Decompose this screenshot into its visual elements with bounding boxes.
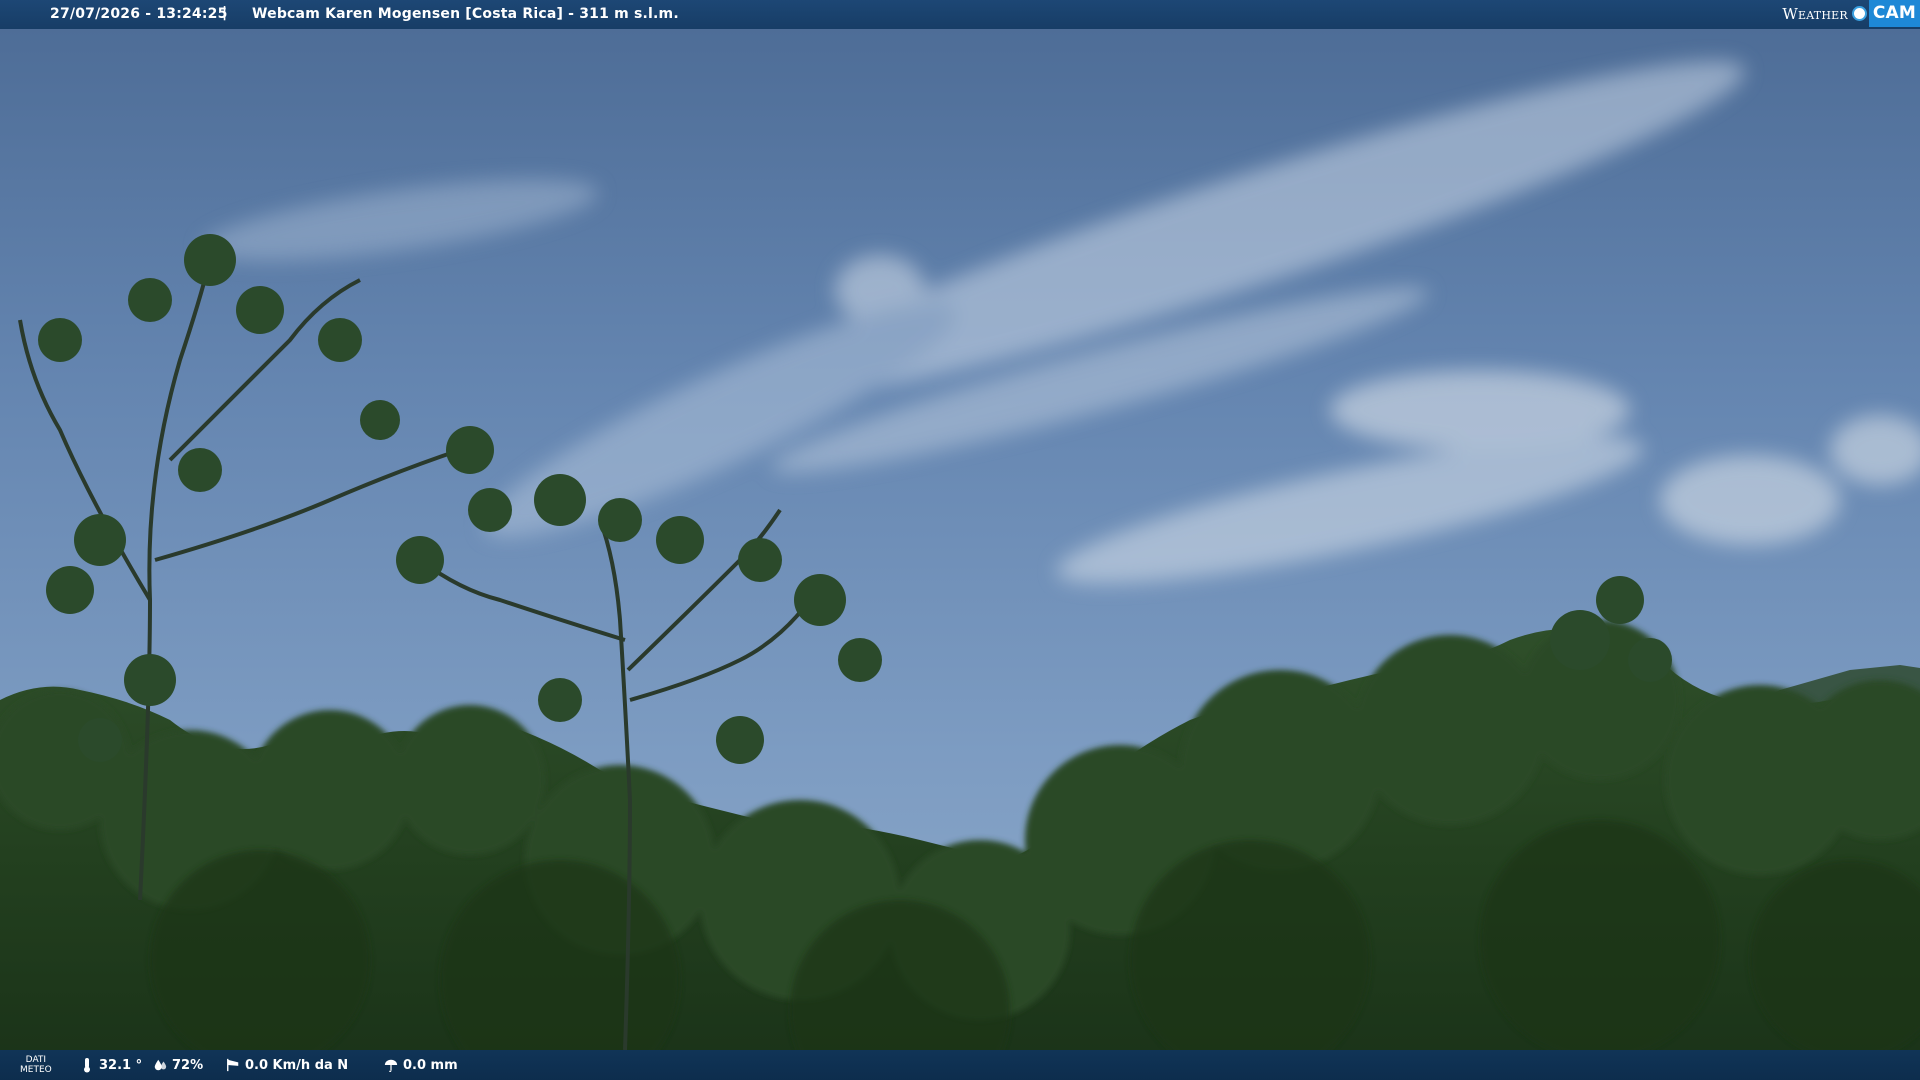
temperature-value: 32.1 °	[99, 1057, 143, 1073]
wind-reading: 0.0 Km/h da N	[226, 1050, 348, 1080]
thermometer-icon	[84, 1058, 90, 1073]
webcam-image	[0, 0, 1920, 1080]
webcam-title: Webcam Karen Mogensen [Costa Rica] - 311…	[252, 6, 679, 22]
logo-cam: CAM	[1868, 0, 1920, 27]
rain-reading: 0.0 mm	[384, 1050, 458, 1080]
header-separator: |	[222, 5, 228, 21]
weather-bar: DATI METEO 32.1 ° 72% 0.0 Km/h da N 0.0 …	[0, 1050, 1920, 1080]
rain-value: 0.0 mm	[403, 1057, 458, 1073]
umbrella-rain-icon	[384, 1059, 398, 1072]
temperature-reading: 32.1 °	[80, 1050, 142, 1080]
weathercam-logo[interactable]: Weather CAM	[1782, 0, 1920, 27]
humidity-reading: 72%	[153, 1050, 203, 1080]
weather-data-label: DATI METEO	[20, 1055, 52, 1075]
webcam-frame: 27/07/2026 - 13:24:25 | Webcam Karen Mog…	[0, 0, 1920, 1080]
windsock-icon	[227, 1058, 239, 1072]
wind-value: 0.0 Km/h da N	[245, 1057, 349, 1073]
logo-dot-icon	[1851, 6, 1867, 21]
humidity-drops-icon	[154, 1059, 167, 1071]
humidity-value: 72%	[172, 1057, 204, 1073]
logo-word: Weather	[1782, 4, 1848, 23]
header-bar: 27/07/2026 - 13:24:25 | Webcam Karen Mog…	[0, 0, 1920, 29]
timestamp: 27/07/2026 - 13:24:25	[50, 6, 228, 22]
